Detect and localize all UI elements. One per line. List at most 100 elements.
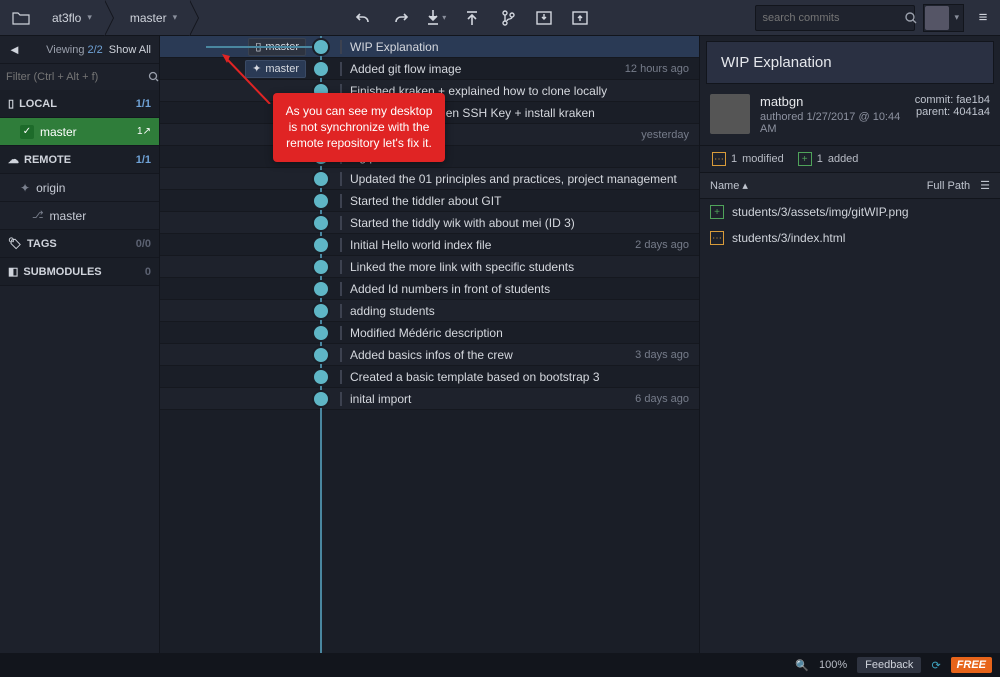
pull-button[interactable]: ▾ xyxy=(419,4,453,32)
file-row[interactable]: +students/3/assets/img/gitWIP.png xyxy=(700,199,1000,225)
commit-row[interactable]: ✦master Added git flow image12 hours ago xyxy=(160,58,699,80)
added-icon: + xyxy=(710,205,724,219)
submodule-icon: ◧ xyxy=(8,266,18,278)
caret-down-icon: ▾ xyxy=(173,12,178,23)
commit-message: Started the tiddly wik with about mei (I… xyxy=(340,216,699,230)
zoom-level: 100% xyxy=(819,659,847,671)
sort-icon: ▴ xyxy=(742,180,748,192)
author-date: authored 1/27/2017 @ 10:44 AM xyxy=(760,111,905,135)
commit-message: Added git flow image xyxy=(340,62,615,76)
commit-message: Added basics infos of the crew xyxy=(340,348,625,362)
commit-graph: ▯masterWIP Explanation ✦master Added git f… xyxy=(160,36,700,653)
section-submodules[interactable]: ◧SUBMODULES 0 xyxy=(0,258,159,286)
col-name[interactable]: Name ▴ xyxy=(710,179,748,192)
topbar: at3flo ▾ master▾ ▾ ▾ ≡ xyxy=(0,0,1000,36)
sidebar-item-remote-master[interactable]: ⎇ master xyxy=(0,202,159,230)
ref-remote[interactable]: ✦master xyxy=(245,60,306,78)
added-stat: + 1 added xyxy=(798,152,859,166)
list-view-icon[interactable]: ☰ xyxy=(980,179,990,192)
branch-button[interactable] xyxy=(491,4,525,32)
viewing-count: 2/2 xyxy=(88,44,103,56)
annotation-callout: As you can see my desktop is not synchro… xyxy=(273,93,445,162)
caret-down-icon: ▾ xyxy=(87,12,92,23)
user-avatar[interactable] xyxy=(925,6,949,30)
commit-row[interactable]: Started the tiddly wik with about mei (I… xyxy=(160,212,699,234)
caret-down-icon[interactable]: ▾ xyxy=(951,12,962,23)
sidebar-item-local-master[interactable]: ✓ master 1↗ xyxy=(0,118,159,146)
laptop-icon: ▯ xyxy=(8,98,14,110)
commit-message: inital import xyxy=(340,392,625,406)
breadcrumb-branch[interactable]: master▾ xyxy=(114,0,189,35)
section-remote[interactable]: ☁REMOTE 1/1 xyxy=(0,146,159,174)
zoom-icon[interactable]: 🔍 xyxy=(795,659,809,672)
parent-hash[interactable]: 4041a4 xyxy=(953,106,990,118)
commit-row[interactable]: inital import6 days ago xyxy=(160,388,699,410)
commit-row[interactable]: adding students xyxy=(160,300,699,322)
commit-time: 2 days ago xyxy=(625,239,699,251)
commit-row[interactable]: Added Id numbers in front of students xyxy=(160,278,699,300)
pop-button[interactable] xyxy=(563,4,597,32)
commit-avatar xyxy=(312,324,330,342)
stash-button[interactable] xyxy=(527,4,561,32)
commit-avatar xyxy=(312,390,330,408)
commit-message: Initial Hello world index file xyxy=(340,238,625,252)
push-button[interactable] xyxy=(455,4,489,32)
commit-row[interactable]: Updated the 01 principles and practices,… xyxy=(160,168,699,190)
commit-row[interactable]: Added basics infos of the crew3 days ago xyxy=(160,344,699,366)
sidebar: ◄ Viewing 2/2 Show All ▯LOCAL 1/1 ✓ mast… xyxy=(0,36,160,653)
commit-row[interactable]: Started the tiddler about GIT xyxy=(160,190,699,212)
search-commits[interactable] xyxy=(755,5,915,31)
redo-button[interactable] xyxy=(383,4,417,32)
commit-time: 6 days ago xyxy=(625,393,699,405)
commit-avatar xyxy=(312,192,330,210)
check-icon: ✓ xyxy=(20,125,34,139)
show-all-link[interactable]: Show All xyxy=(109,44,151,56)
commit-time: 12 hours ago xyxy=(615,63,699,75)
author-name: matbgn xyxy=(760,94,905,109)
search-input[interactable] xyxy=(762,12,904,24)
remote-icon: ✦ xyxy=(20,181,30,195)
commit-row[interactable]: Modified Médéric description xyxy=(160,322,699,344)
filter-input[interactable] xyxy=(6,71,148,83)
cloud-icon: ☁ xyxy=(8,154,19,166)
commit-avatar xyxy=(312,214,330,232)
viewing-label: Viewing xyxy=(46,44,84,56)
modified-stat: ⋯ 1 modified xyxy=(712,152,784,166)
section-tags[interactable]: 🏷TAGS 0/0 xyxy=(0,230,159,258)
sync-icon[interactable]: ⟳ xyxy=(931,659,940,672)
commit-row[interactable]: Created a basic template based on bootst… xyxy=(160,366,699,388)
commit-avatar xyxy=(312,280,330,298)
breadcrumb-repo[interactable]: at3flo ▾ xyxy=(36,0,104,35)
feedback-button[interactable]: Feedback xyxy=(857,657,921,673)
section-local[interactable]: ▯LOCAL 1/1 xyxy=(0,90,159,118)
commit-hash[interactable]: fae1b4 xyxy=(956,94,990,106)
remote-icon: ✦ xyxy=(252,62,261,75)
commit-row[interactable]: Linked the more link with specific stude… xyxy=(160,256,699,278)
commit-avatar xyxy=(312,60,330,78)
commit-time: yesterday xyxy=(631,129,699,141)
tag-icon: 🏷 xyxy=(8,238,22,250)
back-icon[interactable]: ◄ xyxy=(8,42,21,57)
sidebar-item-origin[interactable]: ✦ origin xyxy=(0,174,159,202)
commit-avatar xyxy=(312,258,330,276)
col-path[interactable]: Full Path xyxy=(927,180,970,192)
folder-icon[interactable] xyxy=(6,0,36,36)
file-path: students/3/index.html xyxy=(732,231,845,245)
commit-message: Linked the more link with specific stude… xyxy=(340,260,699,274)
commit-message: Modified Médéric description xyxy=(340,326,699,340)
commit-avatar xyxy=(312,302,330,320)
file-row[interactable]: ⋯students/3/index.html xyxy=(700,225,1000,251)
search-icon xyxy=(904,11,918,25)
commit-avatar xyxy=(312,170,330,188)
commit-row[interactable]: ▯masterWIP Explanation xyxy=(160,36,699,58)
commit-row[interactable]: Initial Hello world index file2 days ago xyxy=(160,234,699,256)
commit-message: Updated the 01 principles and practices,… xyxy=(340,172,699,186)
branch-icon: ⎇ xyxy=(32,210,44,221)
statusbar: 🔍 100% Feedback ⟳ FREE xyxy=(0,653,1000,677)
undo-button[interactable] xyxy=(347,4,381,32)
repo-name: at3flo xyxy=(52,11,81,25)
detail-title: WIP Explanation xyxy=(706,41,994,84)
commit-message: WIP Explanation xyxy=(340,40,699,54)
commit-avatar xyxy=(312,236,330,254)
menu-button[interactable]: ≡ xyxy=(972,9,994,26)
